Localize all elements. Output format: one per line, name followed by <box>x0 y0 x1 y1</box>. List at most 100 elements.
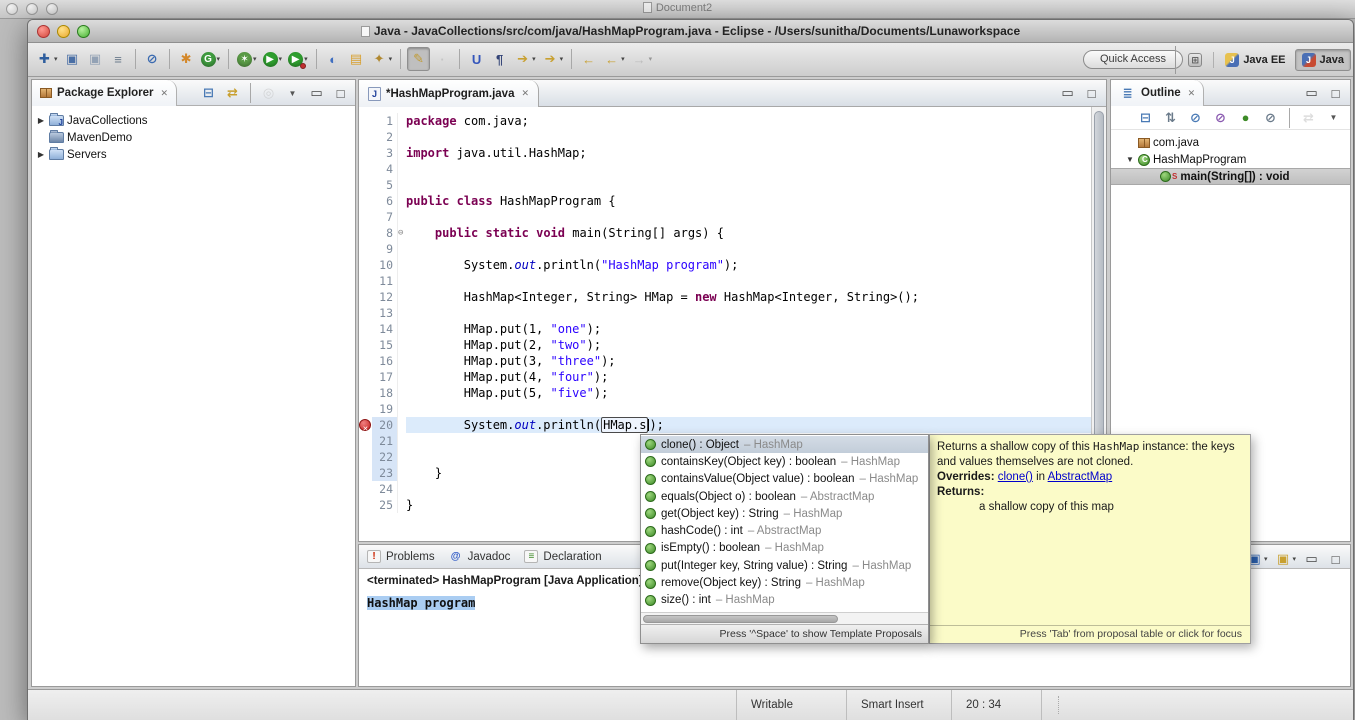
proposal-item[interactable]: remove(Object key) : String– HashMap <box>641 574 928 591</box>
maximize-icon[interactable]: □ <box>1325 81 1346 105</box>
code-line[interactable]: 16 HMap.put(3, "three"); <box>359 353 1091 369</box>
code-line[interactable]: 4 <box>359 161 1091 177</box>
quick-access-button[interactable]: Quick Access <box>1083 50 1183 69</box>
view-menu-icon[interactable]: ▼ <box>1323 106 1344 130</box>
next-annotation-icon[interactable]: ➔▾ <box>512 47 538 71</box>
hide-non-public-members-icon[interactable]: ● <box>1235 106 1256 130</box>
close-icon[interactable] <box>161 88 169 99</box>
new-wizard-icon[interactable]: ✚▾ <box>34 47 60 71</box>
proposal-horizontal-scrollbar[interactable] <box>641 612 928 624</box>
tree-item-javacollections[interactable]: ▶JavaCollections <box>32 112 355 129</box>
open-console-icon[interactable]: ▣▾ <box>1272 547 1298 571</box>
line-number: 8 <box>372 225 397 241</box>
tab-declaration[interactable]: ≡Declaration <box>524 550 601 563</box>
proposal-item[interactable]: containsKey(Object key) : boolean– HashM… <box>641 453 928 470</box>
last-edit-location-icon[interactable]: ← <box>578 47 599 71</box>
proposal-item[interactable]: isEmpty() : boolean– HashMap <box>641 540 928 557</box>
outline-item-hashmapprogram[interactable]: ▼HashMapProgram <box>1111 151 1350 168</box>
minimize-icon[interactable]: ▭ <box>1301 81 1322 105</box>
code-line[interactable]: 11 <box>359 273 1091 289</box>
code-line[interactable]: 20 System.out.println(HMap.s); <box>359 417 1091 433</box>
collapse-all-icon[interactable]: ⊟ <box>198 81 219 105</box>
tab-outline[interactable]: ≣ Outline <box>1111 80 1204 106</box>
code-line[interactable]: 8 public static void main(String[] args)… <box>359 225 1091 241</box>
proposal-item[interactable]: put(Integer key, String value) : String–… <box>641 557 928 574</box>
close-icon[interactable] <box>1188 88 1196 99</box>
view-menu-icon[interactable]: ▼ <box>282 81 303 105</box>
hide-local-types-icon[interactable]: ⊘ <box>1260 106 1281 130</box>
hide-static-members-icon[interactable]: ⊘ <box>1210 106 1231 130</box>
code-line[interactable]: 14 HMap.put(1, "one"); <box>359 321 1091 337</box>
code-line[interactable]: 17 HMap.put(4, "four"); <box>359 369 1091 385</box>
eclipse-titlebar[interactable]: Java - JavaCollections/src/com/java/Hash… <box>28 20 1353 43</box>
sort-icon[interactable]: ⇅ <box>1160 106 1181 130</box>
code-line[interactable]: 9 <box>359 241 1091 257</box>
tab-javadoc[interactable]: @Javadoc <box>449 550 511 563</box>
back-icon[interactable]: ←▾ <box>601 47 627 71</box>
format-brush-icon[interactable]: ✎ <box>407 47 430 71</box>
scrollbar-thumb[interactable] <box>643 615 838 623</box>
code-line[interactable]: 5 <box>359 177 1091 193</box>
debug-icon[interactable]: ✶▾ <box>235 47 259 71</box>
maximize-icon[interactable]: □ <box>1081 81 1102 105</box>
show-whitespace-icon[interactable]: ¶ <box>489 47 510 71</box>
console-toolbar: ▣▾▣▾▭□ <box>1244 547 1346 571</box>
abstractmap-link[interactable]: AbstractMap <box>1048 471 1113 483</box>
tab-hashmapprogram[interactable]: J *HashMapProgram.java <box>359 80 539 107</box>
maximize-icon[interactable]: □ <box>1325 547 1346 571</box>
code-line[interactable]: 15 HMap.put(2, "two"); <box>359 337 1091 353</box>
tree-item-mavendemo[interactable]: MavenDemo <box>32 129 355 146</box>
perspective-java[interactable]: JJava <box>1295 49 1351 71</box>
skip-breakpoints-icon[interactable]: ⊘ <box>142 47 163 71</box>
code-line[interactable]: 18 HMap.put(5, "five"); <box>359 385 1091 401</box>
outline-item-main[interactable]: Smain(String[]) : void <box>1111 168 1350 185</box>
proposal-item[interactable]: equals(Object o) : boolean– AbstractMap <box>641 488 928 505</box>
proposal-item[interactable]: clone() : Object– HashMap <box>641 436 928 453</box>
show-selected-element-icon[interactable]: U <box>466 47 487 71</box>
tab-package-explorer[interactable]: Package Explorer <box>32 80 177 106</box>
profile-icon[interactable]: ◐ <box>323 47 344 71</box>
maximize-icon[interactable]: □ <box>330 81 351 105</box>
link-with-editor-icon[interactable]: ⇄ <box>222 81 243 105</box>
console-output[interactable]: HashMap program <box>367 596 475 610</box>
web-browser-icon[interactable]: G▾ <box>199 47 223 71</box>
expand-arrow-icon[interactable]: ▶ <box>36 150 46 159</box>
code-line[interactable]: 13 <box>359 305 1091 321</box>
code-line[interactable]: 7 <box>359 209 1091 225</box>
run-icon[interactable]: ▶▾ <box>261 47 285 71</box>
code-line[interactable]: 12 HashMap<Integer, String> HMap = new H… <box>359 289 1091 305</box>
collapse-all-icon[interactable]: ⊟ <box>1135 106 1156 130</box>
code-line[interactable]: 19 <box>359 401 1091 417</box>
code-line[interactable]: 2 <box>359 129 1091 145</box>
close-icon[interactable] <box>521 88 529 99</box>
proposal-item[interactable]: get(Object key) : String– HashMap <box>641 505 928 522</box>
code-line[interactable]: 3import java.util.HashMap; <box>359 145 1091 161</box>
proposal-item[interactable]: containsValue(Object value) : boolean– H… <box>641 471 928 488</box>
main-toolbar: ✚▾▣▣≡⊘✱G▾✶▾▶▾▶▾◐▤✦▾✎·U¶➔▾➔▾←←▾→▾ Quick A… <box>28 43 1353 77</box>
minimize-icon[interactable]: ▭ <box>1057 81 1078 105</box>
tree-item-servers[interactable]: ▶Servers <box>32 146 355 163</box>
open-perspective-button[interactable]: ⊞ <box>1182 49 1208 71</box>
print-icon[interactable]: ≡ <box>108 47 129 71</box>
save-icon[interactable]: ▣ <box>62 47 83 71</box>
code-line[interactable]: 6public class HashMapProgram { <box>359 193 1091 209</box>
hide-fields-icon[interactable]: ⊘ <box>1185 106 1206 130</box>
proposal-item[interactable]: hashCode() : int– AbstractMap <box>641 522 928 539</box>
perspective-java-ee[interactable]: JJava EE <box>1219 49 1291 71</box>
outline-item-com.java[interactable]: com.java <box>1111 134 1350 151</box>
save-all-icon[interactable]: ▣ <box>85 47 106 71</box>
previous-annotation-icon[interactable]: ➔▾ <box>540 47 566 71</box>
minimize-icon[interactable]: ▭ <box>306 81 327 105</box>
open-resource-icon[interactable]: ▤ <box>346 47 367 71</box>
external-tools-icon[interactable]: ▶▾ <box>286 47 310 71</box>
expand-arrow-icon[interactable]: ▶ <box>36 116 46 125</box>
search-icon[interactable]: ✦▾ <box>369 47 395 71</box>
new-plugin-icon[interactable]: ✱ <box>176 47 197 71</box>
proposal-item[interactable]: size() : int– HashMap <box>641 592 928 609</box>
collapse-arrow-icon[interactable]: ▼ <box>1125 155 1135 164</box>
code-line[interactable]: 10 System.out.println("HashMap program")… <box>359 257 1091 273</box>
code-line[interactable]: 1package com.java; <box>359 113 1091 129</box>
minimize-icon[interactable]: ▭ <box>1301 547 1322 571</box>
tab-problems[interactable]: !Problems <box>367 550 435 563</box>
clone-link[interactable]: clone() <box>998 471 1033 483</box>
